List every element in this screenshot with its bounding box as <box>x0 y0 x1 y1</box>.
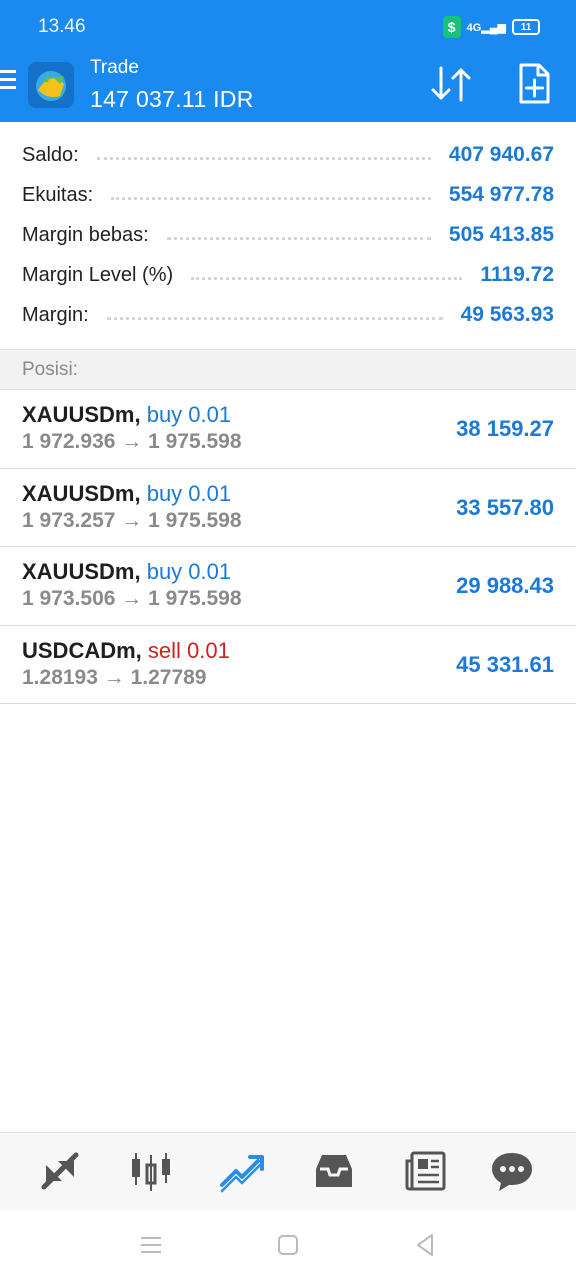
status-icons: $ 4G▂▄▆ 11 <box>442 16 540 38</box>
history-inbox-icon[interactable] <box>310 1147 358 1195</box>
summary-value: 505 413.85 <box>448 223 554 246</box>
dotted-leader <box>96 156 431 160</box>
position-row[interactable]: XAUUSDm, buy 0.01 1 973.506 → 1 975.598 … <box>0 547 576 626</box>
status-bar: 13.46 $ 4G▂▄▆ 11 <box>0 0 576 54</box>
quotes-icon[interactable] <box>36 1147 84 1195</box>
position-prices: 1 973.506 → 1 975.598 <box>22 587 242 610</box>
summary-label: Saldo: <box>22 143 79 166</box>
position-symbol: XAUUSDm, <box>22 402 141 427</box>
app-header: Trade 147 037.11 IDR <box>0 54 576 122</box>
recents-menu-icon[interactable] <box>136 1230 166 1260</box>
dotted-leader <box>191 276 463 280</box>
system-nav-bar <box>0 1210 576 1280</box>
summary-value: 1119.72 <box>480 263 554 286</box>
position-title: USDCADm, sell 0.01 <box>22 638 230 664</box>
summary-label: Margin bebas: <box>22 223 149 246</box>
home-icon[interactable] <box>273 1230 303 1260</box>
summary-value: 49 563.93 <box>460 303 554 326</box>
account-summary: Saldo: 407 940.67 Ekuitas: 554 977.78 Ma… <box>0 122 576 350</box>
position-side: buy 0.01 <box>146 480 232 506</box>
position-profit: 45 331.61 <box>456 651 554 677</box>
news-icon[interactable] <box>402 1147 450 1195</box>
position-title: XAUUSDm, buy 0.01 <box>22 481 231 507</box>
bottom-nav <box>0 1132 576 1210</box>
battery-level: 11 <box>520 21 532 33</box>
position-side: buy 0.01 <box>146 402 232 427</box>
summary-row-margin: Margin: 49 563.93 <box>22 298 554 332</box>
summary-row-ekuitas: Ekuitas: 554 977.78 <box>22 178 554 212</box>
network-type: 4G <box>466 21 482 34</box>
dotted-leader <box>106 316 443 320</box>
summary-label: Margin: <box>22 303 89 326</box>
position-profit: 33 557.80 <box>456 494 554 520</box>
chat-icon[interactable] <box>488 1147 536 1195</box>
summary-row-saldo: Saldo: 407 940.67 <box>22 138 554 172</box>
position-row[interactable]: USDCADm, sell 0.01 1.28193 → 1.27789 45 … <box>0 626 576 704</box>
summary-value: 554 977.78 <box>448 183 554 206</box>
position-row[interactable]: XAUUSDm, buy 0.01 1 972.936 → 1 975.598 … <box>0 390 576 469</box>
sort-icon[interactable] <box>428 64 474 104</box>
page-title: Trade <box>90 57 139 78</box>
position-profit: 38 159.27 <box>456 416 554 441</box>
menu-icon[interactable] <box>0 70 16 92</box>
header-balance: 147 037.11 IDR <box>90 86 254 112</box>
position-symbol: XAUUSDm, <box>22 559 141 584</box>
position-title: XAUUSDm, buy 0.01 <box>22 402 231 428</box>
metatrader-logo-icon[interactable] <box>26 60 76 110</box>
positions-section-header: Posisi: <box>0 349 576 390</box>
positions-list: XAUUSDm, buy 0.01 1 972.936 → 1 975.598 … <box>0 390 576 704</box>
chart-candles-icon[interactable] <box>127 1147 175 1195</box>
position-profit: 29 988.43 <box>456 573 554 598</box>
summary-row-margin-bebas: Margin bebas: 505 413.85 <box>22 218 554 252</box>
summary-label: Margin Level (%) <box>22 263 174 286</box>
positions-header-label: Posisi: <box>22 359 78 380</box>
summary-label: Ekuitas: <box>22 183 94 206</box>
dollar-app-icon: $ <box>442 16 461 38</box>
position-prices: 1 973.257 → 1 975.598 <box>22 508 242 532</box>
position-prices: 1 972.936 → 1 975.598 <box>22 430 242 453</box>
status-time: 13.46 <box>38 16 86 37</box>
summary-value: 407 940.67 <box>448 143 554 166</box>
summary-row-margin-level: Margin Level (%) 1119.72 <box>22 258 554 292</box>
position-symbol: USDCADm, <box>22 637 142 663</box>
signal-icon: 4G▂▄▆ <box>466 21 506 34</box>
new-order-icon[interactable] <box>512 62 556 106</box>
position-prices: 1.28193 → 1.27789 <box>22 665 207 689</box>
dotted-leader <box>111 196 431 200</box>
trade-icon[interactable] <box>218 1147 266 1195</box>
position-row[interactable]: XAUUSDm, buy 0.01 1 973.257 → 1 975.598 … <box>0 469 576 547</box>
back-icon[interactable] <box>410 1230 440 1260</box>
position-side: sell 0.01 <box>147 637 230 663</box>
battery-icon: 11 <box>512 19 540 35</box>
position-title: XAUUSDm, buy 0.01 <box>22 559 231 585</box>
position-side: buy 0.01 <box>146 559 232 584</box>
dotted-leader <box>166 236 431 240</box>
position-symbol: XAUUSDm, <box>22 480 141 506</box>
